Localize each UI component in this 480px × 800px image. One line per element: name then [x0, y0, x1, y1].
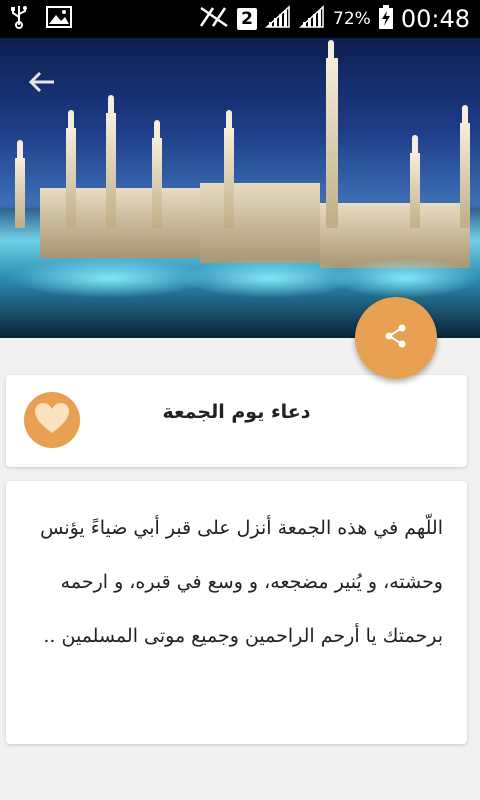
title-card: دعاء يوم الجمعة	[6, 375, 467, 467]
no-signal-icon	[199, 6, 229, 32]
signal-icon-2	[299, 5, 325, 33]
header-image	[0, 38, 480, 338]
status-bar: 2 72% 00:48	[0, 0, 480, 38]
image-icon	[46, 6, 72, 32]
prayer-text-card: اللّهم في هذه الجمعة أنزل على قبر أبي ضي…	[6, 481, 467, 744]
share-button[interactable]	[355, 297, 437, 379]
status-time: 00:48	[400, 5, 470, 33]
sim-slot-badge: 2	[237, 8, 258, 30]
arrow-left-icon	[28, 70, 56, 98]
back-button[interactable]	[22, 64, 62, 104]
prayer-text: اللّهم في هذه الجمعة أنزل على قبر أبي ضي…	[40, 517, 443, 647]
favorite-button[interactable]	[24, 392, 80, 448]
battery-percent: 72%	[333, 9, 371, 29]
battery-charging-icon	[378, 5, 393, 33]
share-icon	[385, 324, 407, 352]
usb-icon	[10, 5, 28, 33]
signal-icon	[265, 5, 291, 33]
heart-icon	[33, 401, 71, 439]
prayer-title: دعاء يوم الجمعة	[162, 401, 311, 423]
